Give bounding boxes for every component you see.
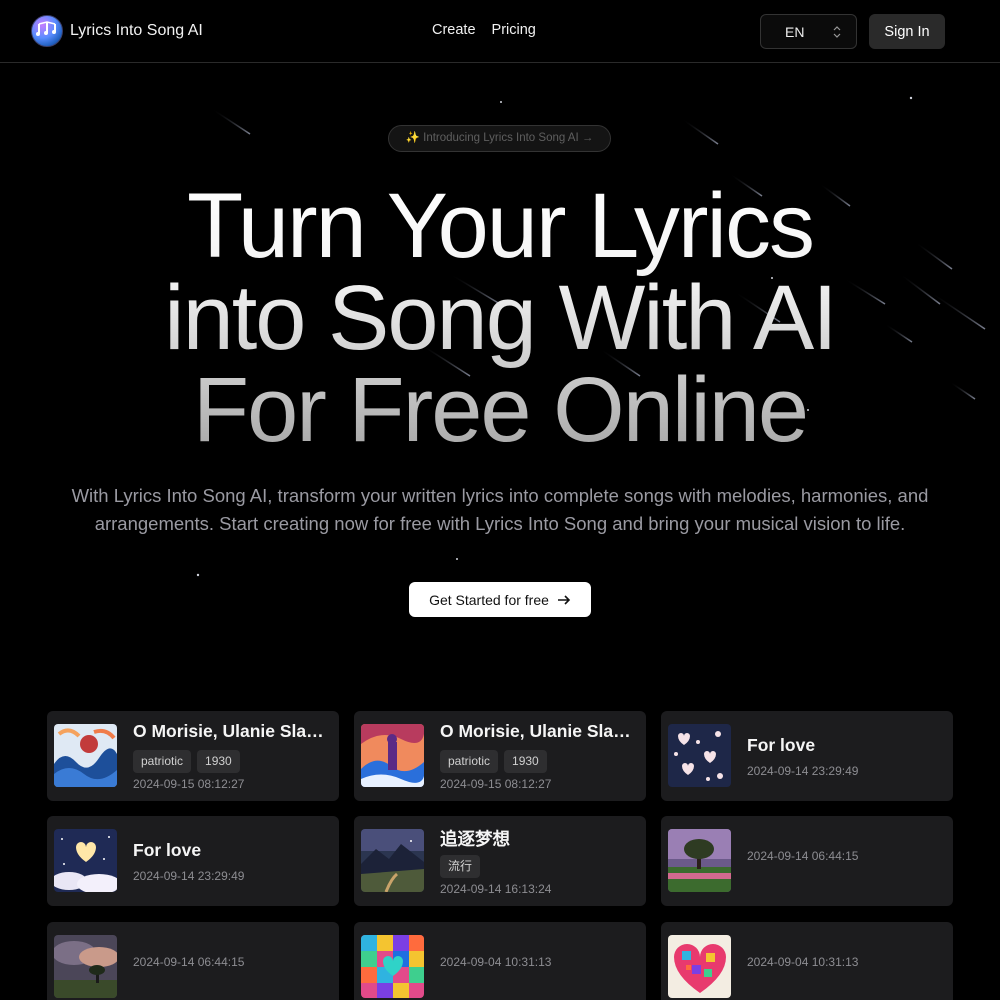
- hero-title-line-2: into Song With AI: [164, 267, 836, 369]
- intro-badge-link[interactable]: ✨ Introducing Lyrics Into Song AI →: [388, 125, 611, 152]
- song-date: 2024-09-15 08:12:27: [133, 777, 245, 791]
- song-date: 2024-09-14 06:44:15: [747, 849, 859, 863]
- song-tag: patriotic: [133, 750, 192, 773]
- song-card[interactable]: 2024-09-04 10:31:13: [661, 922, 953, 1000]
- song-title: O Morisie, Ulanie Slawa Twej: [440, 721, 636, 741]
- song-title: O Morisie, Ulanie Slawa Twej: [133, 721, 329, 741]
- song-date: 2024-09-15 08:12:27: [440, 777, 552, 791]
- top-navbar: Lyrics Into Song AI Create Pricing EN Si…: [0, 0, 1000, 63]
- song-title: 追逐梦想: [440, 829, 510, 849]
- hero-title: Turn Your Lyrics into Song With AI For F…: [0, 180, 1000, 456]
- song-cover-image: [361, 935, 424, 998]
- song-card[interactable]: O Morisie, Ulanie Slawa Twej patriotic193…: [354, 711, 646, 801]
- song-date: 2024-09-04 10:31:13: [747, 955, 859, 969]
- song-card[interactable]: For love 2024-09-14 23:29:49: [47, 816, 339, 906]
- song-cover-image: [54, 829, 117, 892]
- hero-title-line-1: Turn Your Lyrics: [187, 175, 813, 277]
- song-card[interactable]: O Morisie, Ulanie Slawa Twej patriotic193…: [47, 711, 339, 801]
- language-value: EN: [785, 24, 805, 40]
- get-started-label: Get Started for free: [429, 591, 549, 608]
- song-cover-image: [361, 724, 424, 787]
- get-started-button[interactable]: Get Started for free: [409, 582, 591, 617]
- nav-create-link[interactable]: Create: [432, 22, 476, 38]
- song-cover-image: [668, 724, 731, 787]
- song-date: 2024-09-14 16:13:24: [440, 882, 552, 896]
- song-cover-image: [668, 935, 731, 998]
- brand-name: Lyrics Into Song AI: [70, 22, 203, 39]
- song-tags: 流行: [440, 855, 481, 878]
- song-tags: patriotic 1930: [133, 750, 240, 773]
- song-card[interactable]: 2024-09-14 06:44:15: [47, 922, 339, 1000]
- hero-subtitle: With Lyrics Into Song AI, transform your…: [71, 485, 929, 534]
- song-cover-image: [54, 724, 117, 787]
- song-card[interactable]: 2024-09-04 10:31:13: [354, 922, 646, 1000]
- sign-in-button[interactable]: Sign In: [869, 14, 945, 49]
- song-card[interactable]: For love 2024-09-14 23:29:49: [661, 711, 953, 801]
- nav-pricing-link[interactable]: Pricing: [492, 22, 536, 38]
- song-date: 2024-09-14 06:44:15: [133, 955, 245, 969]
- song-tag: 1930: [197, 750, 240, 773]
- song-date: 2024-09-14 23:29:49: [747, 764, 859, 778]
- song-tag: 1930: [504, 750, 547, 773]
- song-title: For love: [133, 840, 202, 860]
- song-card[interactable]: 追逐梦想流行 2024-09-14 16:13:24: [354, 816, 646, 906]
- song-cover-image: [361, 829, 424, 892]
- arrow-right-icon: [557, 594, 571, 605]
- song-card[interactable]: 2024-09-14 06:44:15: [661, 816, 953, 906]
- main-nav: Create Pricing: [432, 22, 536, 38]
- song-tag: patriotic: [440, 750, 499, 773]
- brand-link[interactable]: Lyrics Into Song AI: [31, 15, 203, 47]
- song-date: 2024-09-04 10:31:13: [440, 955, 552, 969]
- hero-title-line-3: For Free Online: [192, 359, 808, 461]
- song-cover-image: [668, 829, 731, 892]
- song-date: 2024-09-14 23:29:49: [133, 869, 245, 883]
- song-cover-image: [54, 935, 117, 998]
- app-logo-icon: [31, 15, 63, 47]
- song-title: For love: [747, 735, 816, 755]
- song-tags: patriotic 1930: [440, 750, 547, 773]
- language-select[interactable]: EN: [760, 14, 857, 49]
- song-tag: 流行: [440, 855, 481, 878]
- chevron-up-down-icon: [833, 26, 841, 38]
